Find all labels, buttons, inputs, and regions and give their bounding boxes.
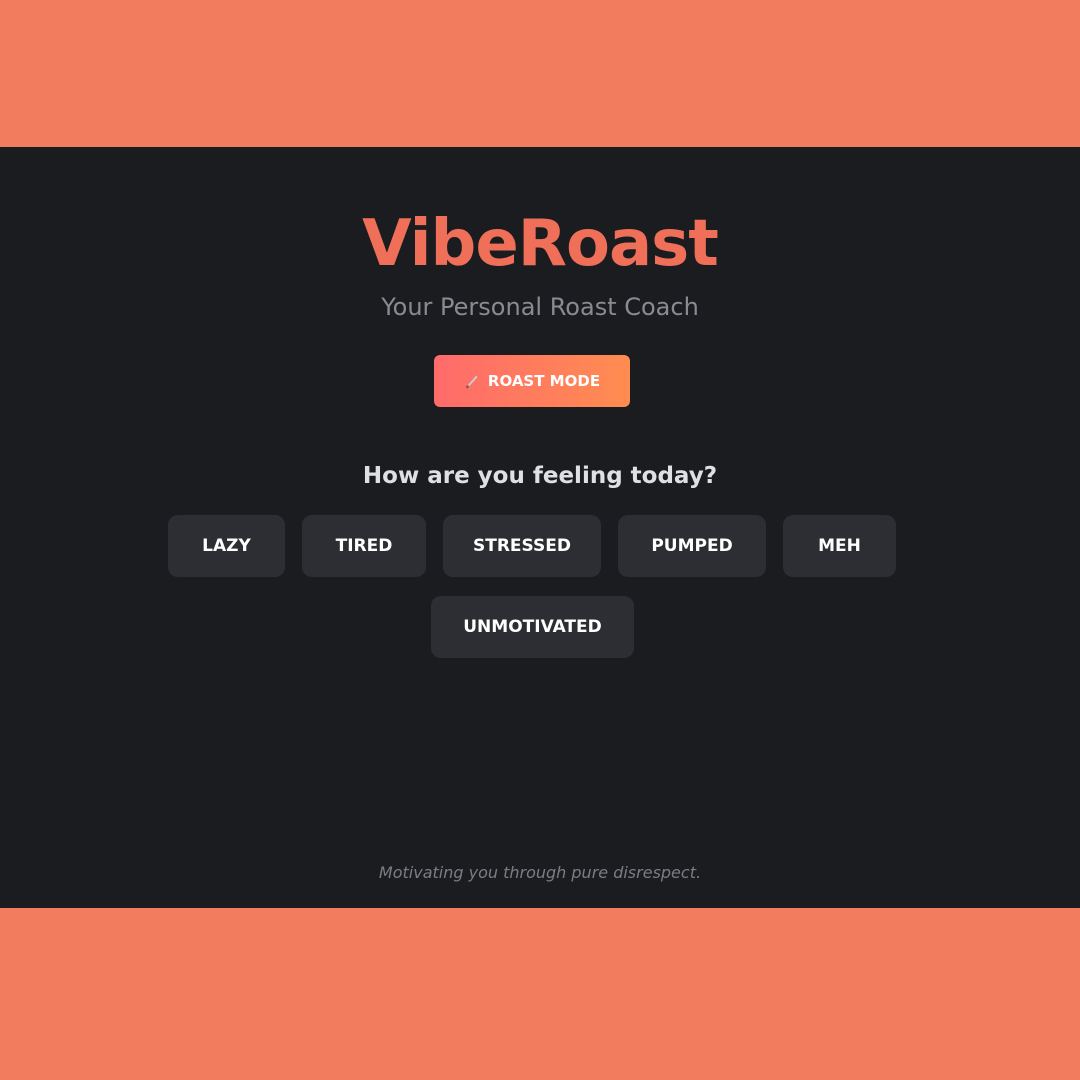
app-container: VibeRoast Your Personal Roast Coach ROAS… — [0, 147, 1080, 908]
app-title: VibeRoast — [362, 207, 719, 281]
mood-button-stressed[interactable]: STRESSED — [443, 515, 601, 577]
app-subtitle: Your Personal Roast Coach — [381, 293, 699, 321]
knife-icon — [465, 376, 477, 389]
mood-button-lazy[interactable]: LAZY — [168, 515, 285, 577]
roast-mode-label: ROAST MODE — [487, 372, 601, 390]
mood-question: How are you feeling today? — [362, 463, 718, 489]
roast-mode-button[interactable]: ROAST MODE — [434, 355, 630, 407]
mood-button-pumped[interactable]: PUMPED — [618, 515, 766, 577]
mood-button-tired[interactable]: TIRED — [302, 515, 426, 577]
top-band — [0, 0, 1080, 147]
mood-button-meh[interactable]: MEH — [783, 515, 896, 577]
bottom-band — [0, 908, 1080, 1080]
mood-button-unmotivated[interactable]: UNMOTIVATED — [431, 596, 634, 658]
footer-tagline: Motivating you through pure disrespect. — [378, 863, 702, 882]
